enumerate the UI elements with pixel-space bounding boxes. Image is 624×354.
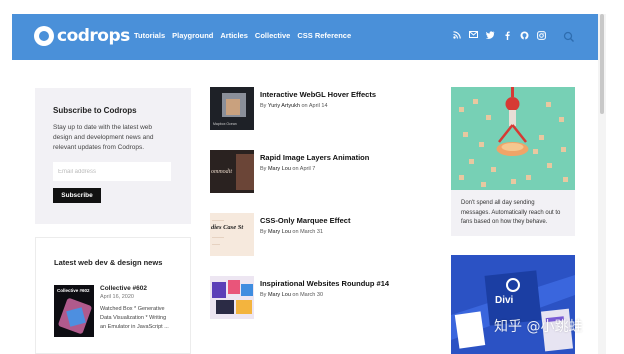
subscribe-button[interactable]: Subscribe bbox=[53, 188, 101, 203]
thumb-caption: ommodit bbox=[211, 169, 232, 175]
article-title[interactable]: Inspirational Websites Roundup #14 bbox=[260, 279, 389, 288]
news-item-description: Watched Box * Generative Data Visualizat… bbox=[100, 306, 169, 330]
scrollbar-thumb[interactable] bbox=[600, 14, 604, 114]
instagram-icon[interactable] bbox=[537, 31, 546, 43]
article-on: on bbox=[292, 292, 299, 298]
thumb-graphic bbox=[236, 300, 252, 314]
news-item-title[interactable]: Collective #602 bbox=[100, 285, 172, 292]
article-body: CSS-Only Marquee Effect By Mary Lou on M… bbox=[260, 216, 350, 256]
article-on: on bbox=[301, 103, 308, 109]
main-nav: Tutorials Playground Articles Collective… bbox=[134, 31, 351, 40]
ad-text: Don't spend all day sending messages. Au… bbox=[461, 200, 561, 225]
thumb-caption: dies Case St bbox=[211, 224, 244, 231]
thumb-graphic-accent bbox=[226, 99, 240, 115]
twitter-icon[interactable] bbox=[485, 31, 495, 43]
article-thumbnail[interactable]: ommodit bbox=[210, 150, 254, 193]
article-date: March 30 bbox=[300, 292, 324, 298]
article-by: By bbox=[260, 229, 267, 235]
site-header: codrops Tutorials Playground Articles Co… bbox=[12, 14, 598, 60]
article-on: on bbox=[292, 166, 299, 172]
news-title: Latest web dev & design news bbox=[54, 258, 163, 267]
article-title[interactable]: Rapid Image Layers Animation bbox=[260, 153, 369, 162]
article-item: Inspirational Websites Roundup #14 By Ma… bbox=[210, 276, 389, 319]
codrops-logo[interactable]: codrops bbox=[34, 26, 130, 46]
article-meta: By Yuriy Artyukh on April 14 bbox=[260, 103, 376, 109]
article-by: By bbox=[260, 103, 267, 109]
social-links bbox=[452, 31, 546, 43]
page-scrollbar[interactable] bbox=[598, 14, 606, 354]
thumb-graphic bbox=[216, 300, 234, 314]
thumb-line: ——— bbox=[212, 217, 224, 222]
logo-text: codrops bbox=[57, 26, 130, 46]
facebook-icon[interactable] bbox=[503, 31, 512, 43]
logo-mark-icon bbox=[34, 26, 54, 46]
search-icon[interactable] bbox=[563, 30, 575, 42]
article-by: By bbox=[260, 166, 267, 172]
article-date: April 14 bbox=[308, 103, 328, 109]
news-thumbnail[interactable]: Collective #602 bbox=[54, 285, 94, 337]
nav-tutorials[interactable]: Tutorials bbox=[134, 31, 165, 40]
article-title[interactable]: Interactive WebGL Hover Effects bbox=[260, 90, 376, 99]
thumb-graphic bbox=[212, 282, 226, 298]
article-thumbnail[interactable]: Mapbox Ocean bbox=[210, 87, 254, 130]
subscribe-box: Subscribe to Codrops Stay up to date wit… bbox=[35, 88, 191, 224]
mail-icon[interactable] bbox=[469, 31, 478, 43]
article-thumbnail[interactable]: ——— dies Case St ——— —— bbox=[210, 213, 254, 256]
article-meta: By Mary Lou on March 31 bbox=[260, 229, 350, 235]
nav-playground[interactable]: Playground bbox=[172, 31, 213, 40]
article-meta: By Mary Lou on April 7 bbox=[260, 166, 369, 172]
article-body: Inspirational Websites Roundup #14 By Ma… bbox=[260, 279, 389, 319]
article-by: By bbox=[260, 292, 267, 298]
github-icon[interactable] bbox=[520, 31, 529, 43]
ad-divi-text: Divi bbox=[495, 295, 514, 306]
article-item: ommodit Rapid Image Layers Animation By … bbox=[210, 150, 369, 193]
article-author[interactable]: Mary Lou bbox=[268, 292, 291, 298]
ad-illustration bbox=[451, 87, 575, 190]
article-author[interactable]: Mary Lou bbox=[268, 166, 291, 172]
article-thumbnail[interactable] bbox=[210, 276, 254, 319]
news-text: Collective #602 April 16, 2020 Watched B… bbox=[100, 285, 172, 337]
article-meta: By Mary Lou on March 30 bbox=[260, 292, 389, 298]
latest-news-box: Latest web dev & design news Collective … bbox=[35, 237, 191, 354]
thumb-graphic bbox=[228, 280, 240, 294]
article-title[interactable]: CSS-Only Marquee Effect bbox=[260, 216, 350, 225]
article-author[interactable]: Yuriy Artyukh bbox=[268, 103, 300, 109]
watermark-text: 知乎 @小跳蛙 bbox=[494, 319, 583, 335]
article-body: Rapid Image Layers Animation By Mary Lou… bbox=[260, 153, 369, 193]
nav-articles[interactable]: Articles bbox=[220, 31, 248, 40]
article-item: Mapbox Ocean Interactive WebGL Hover Eff… bbox=[210, 87, 376, 130]
rss-icon[interactable] bbox=[452, 31, 461, 43]
email-input[interactable] bbox=[53, 162, 171, 181]
article-item: ——— dies Case St ——— —— CSS-Only Marquee… bbox=[210, 213, 350, 256]
news-item-date: April 16, 2020 bbox=[100, 294, 134, 300]
thumb-line: ——— bbox=[212, 234, 224, 239]
thumb-caption: Mapbox Ocean bbox=[213, 122, 237, 126]
nav-collective[interactable]: Collective bbox=[255, 31, 290, 40]
thumb-graphic bbox=[241, 284, 253, 296]
nav-css-reference[interactable]: CSS Reference bbox=[297, 31, 351, 40]
article-date: March 31 bbox=[300, 229, 324, 235]
sidebar-ad-divi[interactable]: Divi bbox=[451, 255, 575, 354]
subscribe-description: Stay up to date with the latest web desi… bbox=[53, 124, 154, 151]
article-author[interactable]: Mary Lou bbox=[268, 229, 291, 235]
sidebar-ad[interactable]: Don't spend all day sending messages. Au… bbox=[451, 87, 575, 236]
article-date: April 7 bbox=[299, 166, 316, 172]
article-on: on bbox=[292, 229, 299, 235]
thumb-graphic bbox=[236, 154, 254, 190]
news-thumb-label: Collective #602 bbox=[57, 288, 90, 293]
subscribe-title: Subscribe to Codrops bbox=[53, 106, 137, 115]
article-body: Interactive WebGL Hover Effects By Yuriy… bbox=[260, 90, 376, 130]
news-item[interactable]: Collective #602 Collective #602 April 16… bbox=[54, 285, 172, 337]
thumb-line: —— bbox=[212, 241, 220, 246]
